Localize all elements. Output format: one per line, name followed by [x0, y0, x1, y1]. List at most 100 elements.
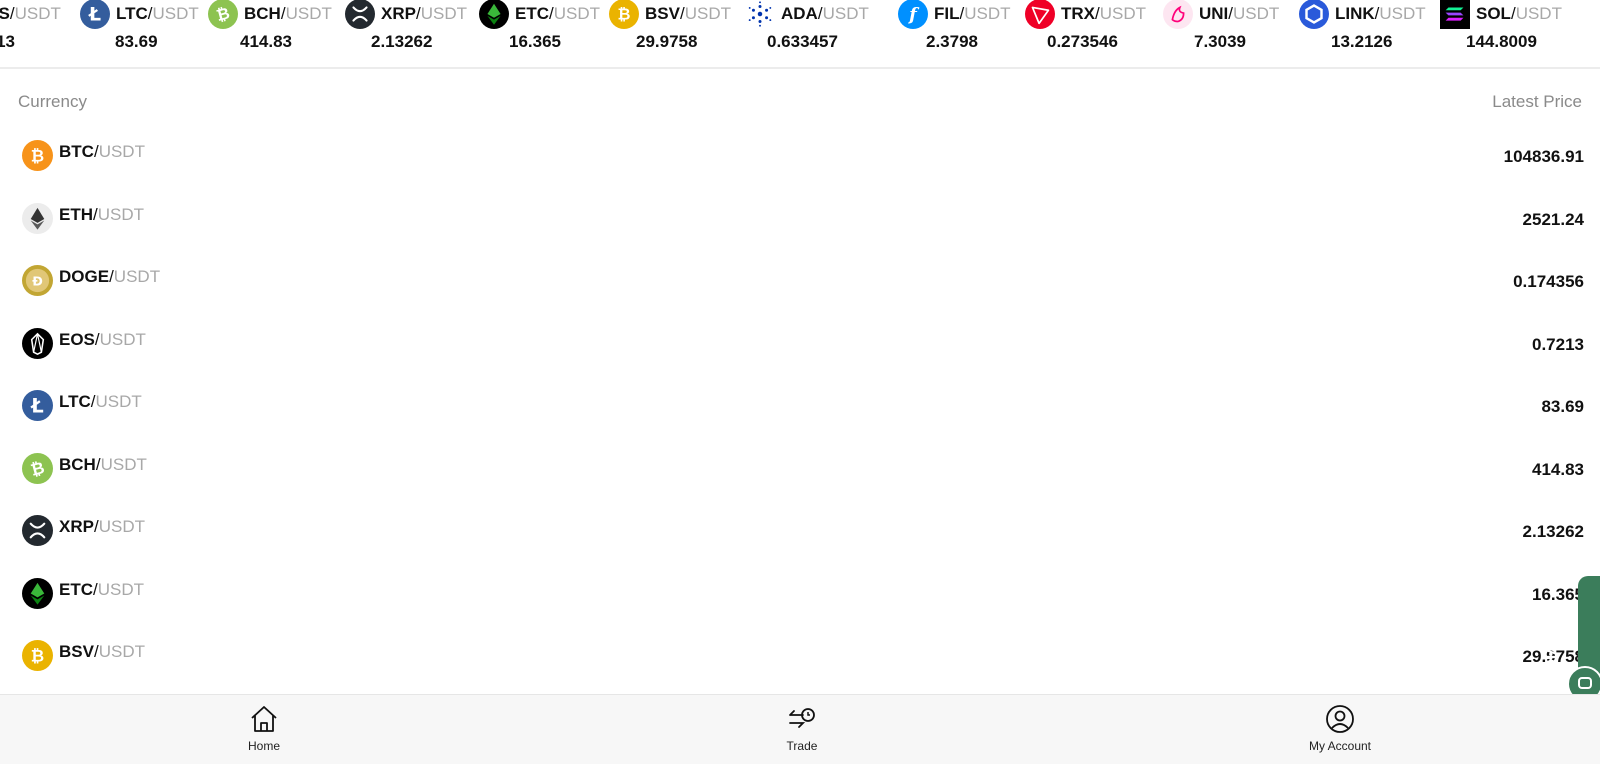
row-pair: ETC/USDT: [59, 580, 145, 599]
bsv-icon: [22, 640, 53, 671]
ticker-base: UNI: [1199, 4, 1229, 23]
ticker-base: ADA: [781, 4, 818, 23]
ticker-quote: USDT: [684, 4, 731, 23]
ticker-base: EOS: [0, 4, 10, 23]
ticker-pair: UNI/USDT: [1199, 4, 1280, 23]
trx-icon: [1025, 0, 1055, 29]
ticker-quote: USDT: [1233, 4, 1280, 23]
link-icon: [1299, 0, 1329, 29]
row-base: BCH: [59, 455, 96, 474]
ada-icon: [745, 0, 775, 29]
eth-icon: [22, 203, 53, 234]
row-price: 83.69: [1541, 397, 1584, 416]
nav-trade[interactable]: Trade: [742, 695, 862, 764]
ticker-pair: TRX/USDT: [1061, 4, 1147, 23]
ticker-pair: XRP/USDT: [381, 4, 467, 23]
ticker-price: 83.69: [115, 32, 158, 51]
ticker-pair: BSV/USDT: [645, 4, 731, 23]
user-account-icon: [1326, 705, 1354, 733]
ticker-pair: ETC/USDT: [515, 4, 601, 23]
nav-my-account[interactable]: My Account: [1280, 695, 1400, 764]
eos-icon: [22, 328, 53, 359]
ticker-quote: USDT: [1379, 4, 1426, 23]
ticker-base: LTC: [116, 4, 148, 23]
ticker-quote: USDT: [152, 4, 199, 23]
market-row-etc[interactable]: ETC/USDT 16.365: [0, 560, 1600, 623]
xrp-icon: [22, 515, 53, 546]
ticker-base: SOL: [1476, 4, 1511, 23]
market-row-eth[interactable]: ETH/USDT 2521.24: [0, 185, 1600, 248]
market-row-xrp[interactable]: XRP/USDT 2.13262: [0, 497, 1600, 560]
row-quote: USDT: [98, 142, 145, 161]
market-row-ltc[interactable]: LTC/USDT 83.69: [0, 372, 1600, 435]
nav-home[interactable]: Home: [204, 695, 324, 764]
ticker-quote: USDT: [822, 4, 869, 23]
row-price: 0.174356: [1513, 272, 1584, 291]
market-row-bsv[interactable]: BSV/USDT 29.9758: [0, 622, 1600, 685]
ticker-base: FIL: [934, 4, 960, 23]
ticker-price: 414.83: [240, 32, 292, 51]
ticker-price: 2.3798: [926, 32, 978, 51]
row-price: 414.83: [1532, 460, 1584, 479]
ticker-base: BCH: [244, 4, 281, 23]
row-base: EOS: [59, 330, 95, 349]
row-base: BSV: [59, 642, 94, 661]
ticker-price: 29.9758: [636, 32, 698, 51]
sol-icon: [1440, 0, 1470, 29]
ticker-price: 0.7213: [0, 32, 15, 51]
nav-my-account-label: My Account: [1308, 739, 1372, 753]
market-list: BTC/USDT 104836.91 ETH/USDT 2521.24 DOGE…: [0, 122, 1600, 694]
doge-icon: [22, 265, 53, 296]
ticker-price: 2.13262: [371, 32, 433, 51]
service-label: Service: [1543, 620, 1560, 677]
row-pair: BSV/USDT: [59, 642, 145, 661]
btc-icon: [22, 140, 53, 171]
row-price: 2.13262: [1522, 522, 1584, 541]
ticker-price: 16.365: [509, 32, 561, 51]
ticker-pair: LTC/USDT: [116, 4, 199, 23]
ticker-quote: USDT: [1099, 4, 1147, 23]
ticker-pair: FIL/USDT: [934, 4, 1011, 23]
ticker-pair: BCH/USDT: [244, 4, 332, 23]
ticker-price: 7.3039: [1194, 32, 1246, 51]
fil-icon: [898, 0, 928, 29]
ticker-price: 13.2126: [1331, 32, 1393, 51]
market-row-bch[interactable]: BCH/USDT 414.83: [0, 435, 1600, 498]
row-base: ETC: [59, 580, 93, 599]
ticker-base: ETC: [515, 4, 549, 23]
ticker-base: LINK: [1335, 4, 1375, 23]
ticker-price: 0.273546: [1047, 32, 1118, 51]
row-pair: ETH/USDT: [59, 205, 145, 224]
home-icon: [251, 706, 277, 732]
bottom-navigation: Home Trade My Account: [0, 694, 1600, 764]
row-pair: BTC/USDT: [59, 142, 145, 161]
market-row-doge[interactable]: DOGE/USDT 0.174356: [0, 247, 1600, 310]
bch-icon: [22, 453, 53, 484]
bch-icon: [208, 0, 238, 29]
ltc-icon: [80, 0, 110, 29]
ltc-icon: [22, 390, 53, 421]
row-quote: USDT: [98, 642, 145, 661]
row-price: 16.365: [1532, 585, 1584, 604]
row-base: DOGE: [59, 267, 110, 286]
ticker-pair: EOS/USDT: [0, 4, 61, 24]
ticker-price: 0.633457: [767, 32, 838, 51]
row-pair: XRP/USDT: [59, 517, 145, 536]
xrp-icon: [345, 0, 375, 29]
trade-icon: [789, 708, 815, 728]
column-header-currency: Currency: [18, 92, 87, 111]
market-row-btc[interactable]: BTC/USDT 104836.91: [0, 122, 1600, 185]
ticker-quote: USDT: [553, 4, 601, 23]
ticker-quote: USDT: [14, 4, 61, 23]
market-row-eos[interactable]: EOS/USDT 0.7213: [0, 310, 1600, 373]
row-pair: LTC/USDT: [59, 392, 142, 411]
row-price: 104836.91: [1503, 147, 1584, 166]
bsv-icon: [609, 0, 639, 29]
row-quote: USDT: [113, 267, 161, 286]
ticker-base: BSV: [645, 4, 680, 23]
price-ticker: EOS/USDT 0.7213 LTC/USDT 83.69 BCH/USDT …: [0, 0, 1600, 69]
row-quote: USDT: [97, 205, 145, 224]
row-price: 2521.24: [1522, 210, 1584, 229]
ticker-quote: USDT: [285, 4, 332, 23]
column-header-latest-price: Latest Price: [1492, 92, 1582, 111]
